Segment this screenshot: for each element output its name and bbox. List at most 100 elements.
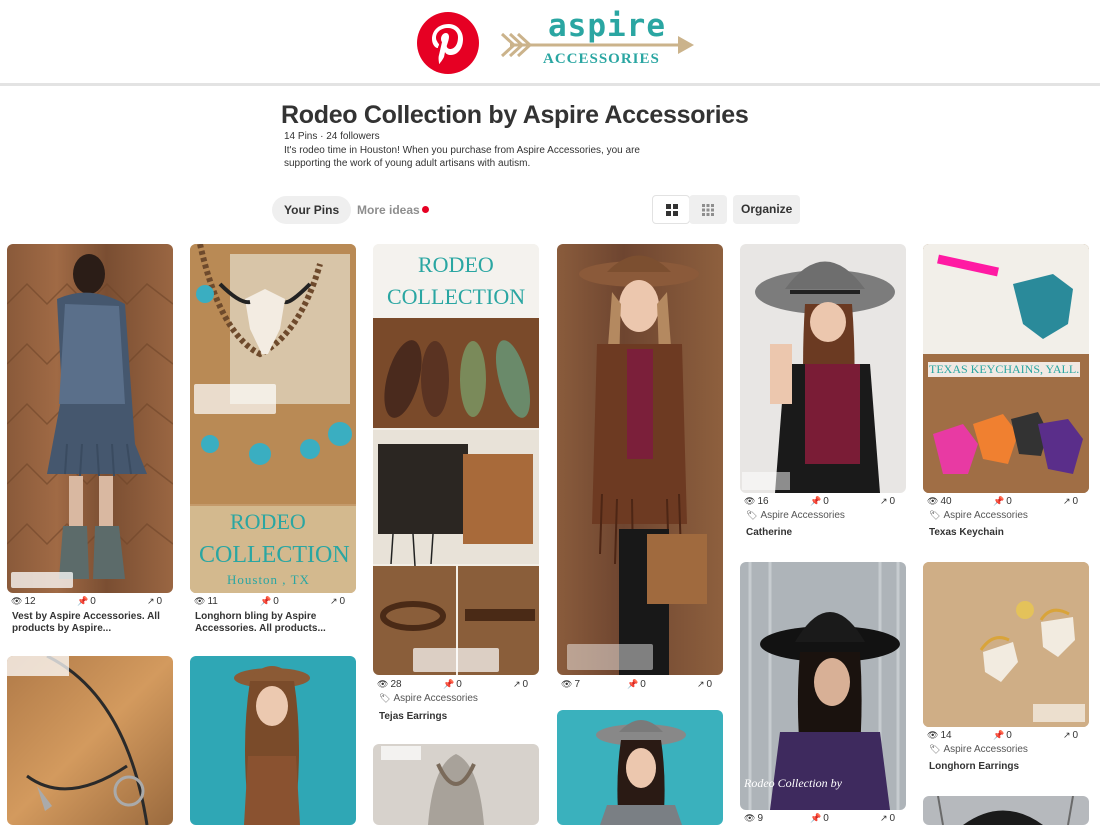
pin-icon: 📌 [993,730,1005,740]
arrow-out-icon: ↗ [880,813,888,823]
tag-icon: 🏷 [929,744,941,754]
pin-image-vest[interactable] [7,244,173,593]
view-count: 12 [24,596,36,607]
pin-tag[interactable]: 🏷 Aspire Accessories [929,744,1028,755]
pin-image-necklace[interactable] [7,656,173,825]
pin-image-trees[interactable] [923,796,1089,825]
arrow-out-icon: ↗ [147,596,155,606]
tab-more-ideas[interactable]: More ideas [345,196,432,224]
click-count: 0 [889,496,896,507]
brand-name: aspire [548,8,666,44]
overlay-rodeo: RODEO [418,252,494,277]
view-count: 16 [757,496,769,507]
pin-image-catherine[interactable] [740,244,906,493]
pin-image-cowgirl-fringe[interactable] [557,244,723,675]
pin-stats: 👁 40 📌 0 ↗ 0 [923,496,1089,508]
eye-icon: 👁 [744,496,756,506]
board-stats[interactable]: 14 Pins · 24 followers [284,131,380,142]
pin-image-longhorn-earrings[interactable] [923,562,1089,727]
pin-stats: 👁 7 📌 0 ↗ 0 [557,679,723,691]
eye-icon: 👁 [927,496,939,506]
pin-title[interactable]: Catherine [746,527,896,539]
pin-stats: 👁 9 📌 0 ↗ 0 [740,813,906,825]
overlay-aspire-logo [567,644,653,670]
pin-image-longhorn-bling[interactable]: RODEO COLLECTION Houston , TX [190,244,356,593]
pin-icon: 📌 [627,679,639,689]
arrow-out-icon: ↗ [697,679,705,689]
click-count: 0 [156,596,163,607]
overlay-aspire-logo [413,648,499,672]
overlay-caption: Rodeo Collection by [744,776,842,790]
pin-image-gray-hat[interactable] [557,710,723,825]
view-count: 40 [940,496,952,507]
pin-title[interactable]: Texas Keychain [929,527,1079,539]
pin-tag[interactable]: 🏷 Aspire Accessories [746,510,845,521]
pin-title[interactable]: Vest by Aspire Accessories. All products… [12,611,162,635]
eye-icon: 👁 [744,813,756,823]
compact-view-button[interactable] [689,195,727,224]
pin-image-keychain[interactable]: TEXAS KEYCHAINS, YALL. [923,244,1089,493]
overlay-aspire-logo [381,746,421,760]
arrow-out-icon: ↗ [330,596,338,606]
pin-tag[interactable]: 🏷 Aspire Accessories [929,510,1028,521]
click-count: 0 [339,596,346,607]
board-description: It's rodeo time in Houston! When you pur… [284,145,640,169]
pin-image-tejas[interactable]: RODEO COLLECTION [373,244,539,675]
save-count: 0 [640,679,646,690]
overlay-aspire-logo [1033,704,1085,722]
arrow-out-icon: ↗ [513,679,521,689]
eye-icon: 👁 [11,596,23,606]
view-count: 28 [390,679,402,690]
click-count: 0 [889,813,896,824]
pin-stats: 👁 14 📌 0 ↗ 0 [923,730,1089,742]
pin-tag[interactable]: 🏷 Aspire Accessories [379,693,478,704]
eye-icon: 👁 [194,596,206,606]
notification-dot [422,206,429,213]
overlay-rodeo: RODEO [230,509,306,534]
overlay-location: Houston , TX [227,572,310,587]
pin-title[interactable]: Longhorn Earrings [929,761,1079,773]
click-count: 0 [1072,730,1079,741]
arrow-out-icon: ↗ [1063,730,1071,740]
pin-title[interactable]: Tejas Earrings [379,711,529,723]
brand-subtitle: ACCESSORIES [543,51,660,67]
tag-icon: 🏷 [379,693,391,703]
pin-image-bust-necklace[interactable] [373,744,539,825]
save-count: 0 [823,813,829,824]
save-count: 0 [90,596,96,607]
overlay-collection: COLLECTION [199,542,350,568]
tab-your-pins[interactable]: Your Pins [272,196,352,224]
pin-stats: 👁 16 📌 0 ↗ 0 [740,496,906,508]
save-count: 0 [1006,496,1012,507]
pin-image-cowgirl-turquoise[interactable] [190,656,356,825]
brand-banner: aspire ACCESSORIES [0,0,1100,86]
pin-icon: 📌 [810,496,822,506]
board-title: Rodeo Collection by Aspire Accessories [281,101,749,129]
eye-icon: 👁 [927,730,939,740]
view-count: 11 [207,596,218,607]
overlay-aspire-logo [11,572,73,588]
pin-icon: 📌 [810,813,822,823]
eye-icon: 👁 [561,679,573,689]
compact-grid-icon [702,204,714,216]
organize-button[interactable]: Organize [733,195,801,224]
pin-icon: 📌 [260,596,272,606]
tag-icon: 🏷 [746,510,758,520]
pin-image-black-hat[interactable]: Rodeo Collection by [740,562,906,810]
grid-icon [666,204,678,216]
pin-title[interactable]: Longhorn bling by Aspire Accessories. Al… [195,611,345,635]
pin-stats: 👁 28 📌 0 ↗ 0 [373,679,539,691]
view-count: 7 [574,679,580,690]
overlay-aspire-logo [194,384,276,414]
overlay-aspire-logo [742,472,790,490]
click-count: 0 [1072,496,1079,507]
grid-view-button[interactable] [652,195,690,224]
tag-label: Aspire Accessories [943,744,1028,755]
arrow-out-icon: ↗ [880,496,888,506]
click-count: 0 [706,679,713,690]
overlay-keychain-title: TEXAS KEYCHAINS, YALL. [928,362,1081,377]
tag-icon: 🏷 [929,510,941,520]
overlay-aspire-logo [7,656,69,676]
pinterest-logo-icon [417,12,479,74]
save-count: 0 [823,496,829,507]
